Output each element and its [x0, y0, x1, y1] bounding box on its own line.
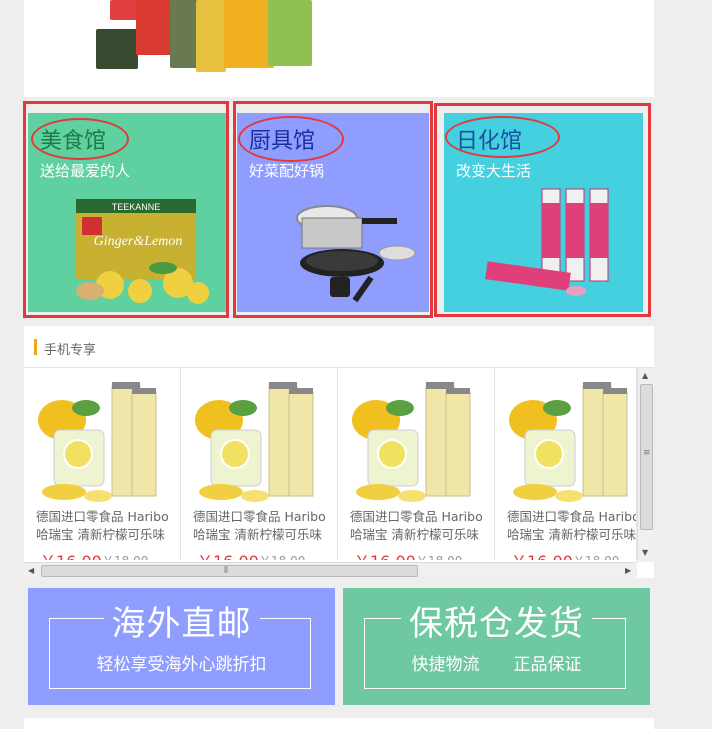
promo-bonded-warehouse[interactable]: 保税仓发货 快捷物流 正品保证: [343, 588, 650, 705]
top-banner[interactable]: [24, 0, 654, 97]
lemon-tea-image: [509, 382, 628, 502]
section-title: 手机专享: [44, 343, 97, 358]
product-title-line: 德国进口零食品 Haribo: [350, 509, 483, 524]
product-original-price: ￥18.00: [573, 552, 619, 560]
product-price: ￥16.00: [511, 548, 573, 560]
promo-title: 海外直邮: [28, 596, 335, 645]
product-title-line: 德国进口零食品 Haribo: [507, 509, 637, 524]
grip-icon: ⦀: [224, 566, 228, 576]
next-section-edge: [24, 718, 654, 729]
product-title[interactable]: 德国进口零食品 Haribo 哈瑞宝 清新柠檬可乐味: [193, 508, 335, 544]
section-accent-bar: [34, 339, 37, 355]
horizontal-scrollbar[interactable]: ◀ ⦀ ▶: [24, 562, 637, 578]
product-original-price: ￥18.00: [416, 552, 462, 560]
lemon-tea-image: [352, 382, 471, 502]
product-title-line: 哈瑞宝 清新柠檬可乐味: [507, 527, 636, 542]
product-title-line: 哈瑞宝 清新柠檬可乐味: [36, 527, 165, 542]
grip-icon: ≡: [643, 448, 651, 458]
product-title[interactable]: 德国进口零食品 Haribo 哈瑞宝 清新柠檬可乐味: [350, 508, 492, 544]
product-card[interactable]: 德国进口零食品 Haribo 哈瑞宝 清新柠檬可乐味 ￥16.00￥18.00: [24, 368, 181, 560]
product-card[interactable]: 德国进口零食品 Haribo 哈瑞宝 清新柠檬可乐味 ￥16.00￥18.00: [495, 368, 637, 560]
vertical-scrollbar[interactable]: ▲ ≡ ▼: [637, 368, 654, 562]
product-price: ￥16.00: [197, 548, 259, 560]
promo-subtitle: 快捷物流 正品保证: [411, 655, 582, 675]
horizontal-scroll-thumb[interactable]: ⦀: [41, 565, 418, 577]
arrow-up-icon[interactable]: ▲: [642, 371, 648, 380]
vertical-scroll-thumb[interactable]: ≡: [640, 384, 653, 530]
promo-subtitle: 轻松享受海外心跳折扣: [96, 655, 267, 675]
promo-title: 保税仓发货: [343, 596, 650, 645]
product-title-line: 德国进口零食品 Haribo: [193, 509, 326, 524]
circle-highlight: [445, 116, 560, 158]
product-title-line: 哈瑞宝 清新柠檬可乐味: [193, 527, 322, 542]
lemon-tea-image: [38, 382, 157, 502]
arrow-down-icon[interactable]: ▼: [642, 548, 648, 557]
product-price: ￥16.00: [354, 548, 416, 560]
arrow-right-icon[interactable]: ▶: [625, 566, 631, 575]
section-header: 手机专享: [24, 326, 654, 368]
product-original-price: ￥18.00: [259, 552, 305, 560]
circle-highlight: [238, 116, 344, 162]
product-card[interactable]: 德国进口零食品 Haribo 哈瑞宝 清新柠檬可乐味 ￥16.00￥18.00: [338, 368, 495, 560]
product-price: ￥16.00: [40, 548, 102, 560]
product-title[interactable]: 德国进口零食品 Haribo 哈瑞宝 清新柠檬可乐味: [507, 508, 637, 544]
product-title[interactable]: 德国进口零食品 Haribo 哈瑞宝 清新柠檬可乐味: [36, 508, 178, 544]
product-card[interactable]: 德国进口零食品 Haribo 哈瑞宝 清新柠檬可乐味 ￥16.00￥18.00: [181, 368, 338, 560]
product-original-price: ￥18.00: [102, 552, 148, 560]
promo-overseas-direct[interactable]: 海外直邮 轻松享受海外心跳折扣: [28, 588, 335, 705]
product-title-line: 德国进口零食品 Haribo: [36, 509, 169, 524]
arrow-left-icon[interactable]: ◀: [28, 566, 34, 575]
product-title-line: 哈瑞宝 清新柠檬可乐味: [350, 527, 479, 542]
lemon-tea-image: [195, 382, 314, 502]
mobile-exclusive-section: 手机专享 德国进口零食品 Haribo哈瑞宝 清新柠檬可乐味￥16.00￥18.…: [24, 326, 654, 578]
circle-highlight: [31, 118, 129, 160]
